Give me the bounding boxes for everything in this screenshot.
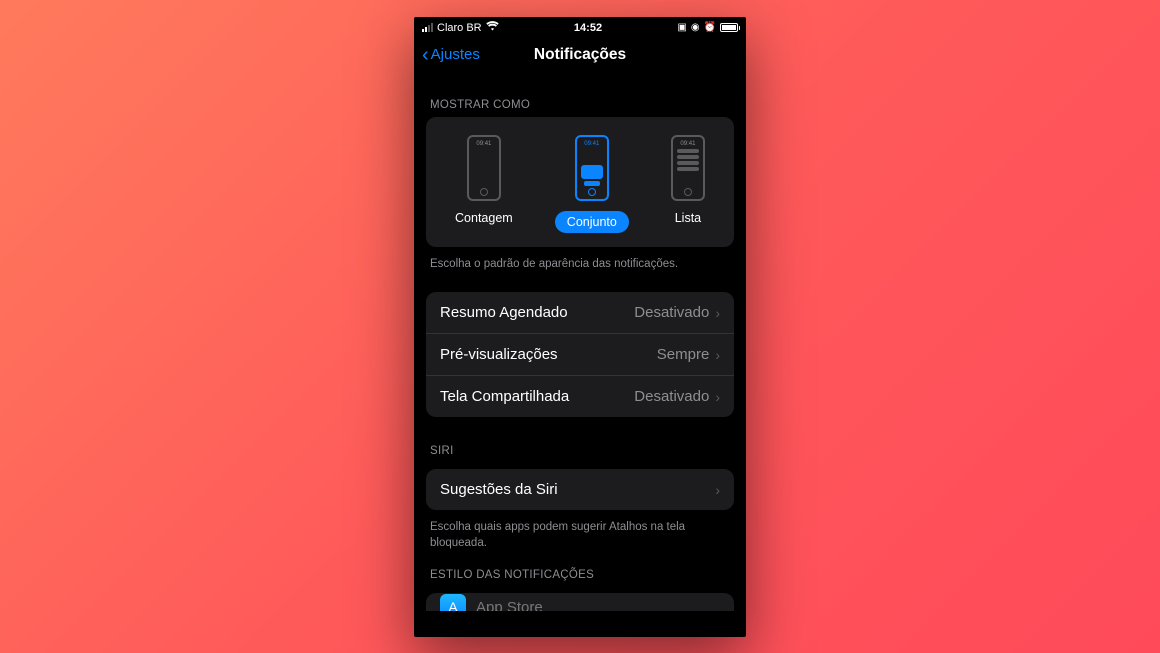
siri-footer: Escolha quais apps podem sugerir Atalhos… xyxy=(426,510,734,551)
content-scroll[interactable]: MOSTRAR COMO 09:41 Contagem 09:41 Conjun… xyxy=(414,73,746,637)
siri-card: Sugestões da Siri › xyxy=(426,469,734,510)
phone-preview-stack: 09:41 xyxy=(575,135,609,201)
status-right: ▣ ◉ ⏰ xyxy=(677,22,738,33)
row-previews[interactable]: Pré-visualizações Sempre › xyxy=(426,334,734,376)
phone-frame: Claro BR 14:52 ▣ ◉ ⏰ ‹ Ajustes Notificaç… xyxy=(414,17,746,637)
display-as-footer: Escolha o padrão de aparência das notifi… xyxy=(426,247,734,273)
row-value: Desativado xyxy=(634,388,709,405)
display-as-header: MOSTRAR COMO xyxy=(426,73,734,117)
mode-count[interactable]: 09:41 Contagem xyxy=(455,135,513,233)
alarm-icon: ⏰ xyxy=(704,22,716,33)
row-label: Sugestões da Siri xyxy=(440,481,558,498)
status-time: 14:52 xyxy=(574,22,602,34)
row-value: Desativado xyxy=(634,304,709,321)
status-bar: Claro BR 14:52 ▣ ◉ ⏰ xyxy=(414,17,746,37)
app-list-card: A App Store xyxy=(426,593,734,611)
phone-preview-list: 09:41 xyxy=(671,135,705,201)
status-left: Claro BR xyxy=(422,21,499,34)
app-store-icon: A xyxy=(440,594,466,611)
settings-list: Resumo Agendado Desativado › Pré-visuali… xyxy=(426,292,734,417)
siri-header: SIRI xyxy=(426,417,734,463)
app-store-label: App Store xyxy=(476,599,543,612)
chevron-right-icon: › xyxy=(715,305,720,321)
row-value: Sempre xyxy=(657,346,710,363)
back-label: Ajustes xyxy=(431,46,480,63)
display-as-card: 09:41 Contagem 09:41 Conjunto 09:41 xyxy=(426,117,734,247)
portrait-lock-icon: ▣ xyxy=(677,22,686,33)
back-button[interactable]: ‹ Ajustes xyxy=(422,45,480,65)
battery-icon xyxy=(720,23,738,32)
row-screen-sharing[interactable]: Tela Compartilhada Desativado › xyxy=(426,376,734,417)
carrier-label: Claro BR xyxy=(437,22,482,34)
clock-icon: ◉ xyxy=(691,22,700,33)
row-label: Resumo Agendado xyxy=(440,304,568,321)
chevron-right-icon: › xyxy=(715,389,720,405)
row-label: Tela Compartilhada xyxy=(440,388,569,405)
style-header: ESTILO DAS NOTIFICAÇÕES xyxy=(426,551,734,587)
mode-list-label: Lista xyxy=(675,211,701,225)
chevron-right-icon: › xyxy=(715,347,720,363)
wifi-icon xyxy=(486,21,499,34)
row-label: Pré-visualizações xyxy=(440,346,558,363)
row-siri-suggestions[interactable]: Sugestões da Siri › xyxy=(426,469,734,510)
navigation-bar: ‹ Ajustes Notificações xyxy=(414,37,746,73)
phone-preview-count: 09:41 xyxy=(467,135,501,201)
mode-count-label: Contagem xyxy=(455,211,513,225)
mode-list[interactable]: 09:41 Lista xyxy=(671,135,705,233)
signal-icon xyxy=(422,23,433,32)
mode-stack-label: Conjunto xyxy=(555,211,629,233)
mode-stack[interactable]: 09:41 Conjunto xyxy=(555,135,629,233)
chevron-right-icon: › xyxy=(715,482,720,498)
page-title: Notificações xyxy=(534,46,626,64)
row-scheduled-summary[interactable]: Resumo Agendado Desativado › xyxy=(426,292,734,334)
chevron-left-icon: ‹ xyxy=(422,45,429,65)
